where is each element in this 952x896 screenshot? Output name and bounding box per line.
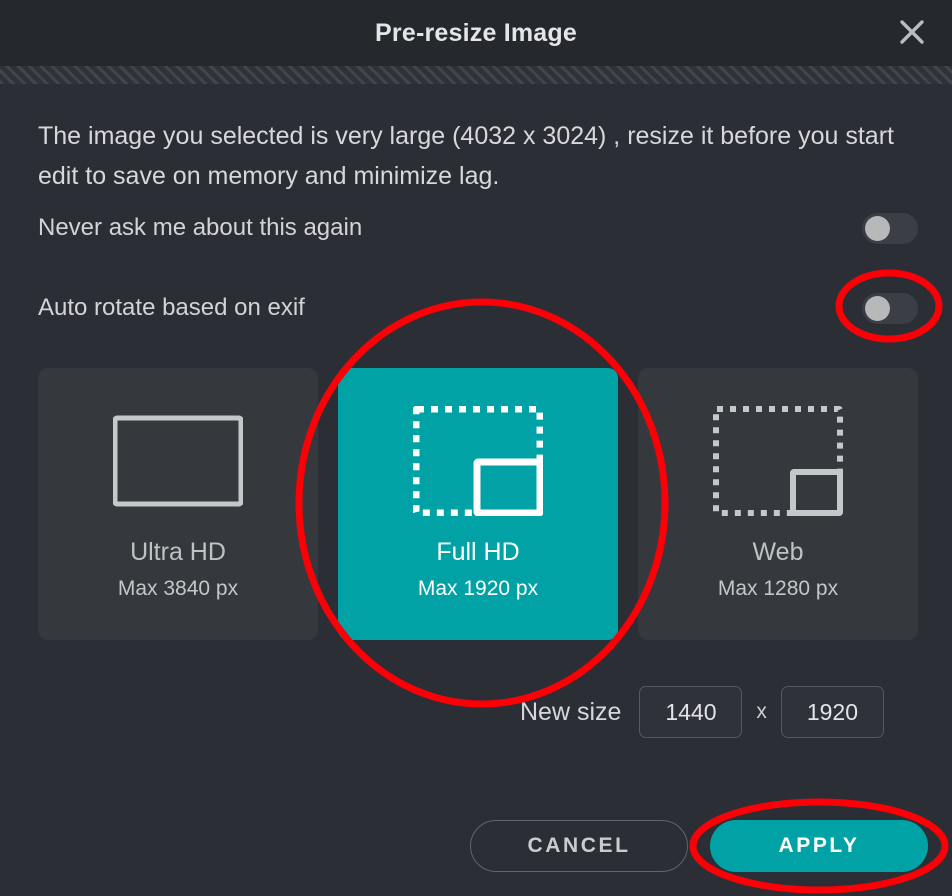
preset-title: Ultra HD xyxy=(130,538,226,566)
setting-row-auto-rotate: Auto rotate based on exif xyxy=(38,286,918,330)
cancel-button[interactable]: CANCEL xyxy=(470,820,688,872)
preset-subtitle: Max 1920 px xyxy=(417,577,539,600)
new-width-input[interactable] xyxy=(639,686,743,738)
preset-card-ultra-hd[interactable]: Ultra HD Max 3840 px xyxy=(38,368,318,640)
hatched-divider xyxy=(0,66,952,84)
preset-title: Web xyxy=(752,538,804,566)
close-button[interactable] xyxy=(888,8,936,56)
preset-card-full-hd[interactable]: Full HD Max 1920 px xyxy=(338,368,618,640)
setting-row-never-ask: Never ask me about this again xyxy=(38,206,918,250)
dialog-body: The image you selected is very large (40… xyxy=(0,84,952,896)
close-icon xyxy=(898,18,926,46)
page-title: Pre-resize Image xyxy=(375,18,577,47)
dashed-crop-rectangle-small-icon xyxy=(713,406,843,516)
toggle-knob xyxy=(865,295,890,321)
new-height-input[interactable] xyxy=(780,686,884,738)
description-text: The image you selected is very large (40… xyxy=(38,122,894,190)
new-size-label: New size xyxy=(520,697,622,726)
setting-label-never-ask: Never ask me about this again xyxy=(38,214,363,241)
solid-rectangle-icon xyxy=(113,406,243,516)
toggle-knob xyxy=(865,215,890,241)
dialog-titlebar: Pre-resize Image xyxy=(0,0,952,66)
setting-label-auto-rotate: Auto rotate based on exif xyxy=(38,294,305,321)
never-ask-toggle[interactable] xyxy=(862,212,918,244)
apply-button[interactable]: APPLY xyxy=(710,820,928,872)
preset-card-list: Ultra HD Max 3840 px Full HD Max 1920 px… xyxy=(38,368,918,640)
preset-card-web[interactable]: Web Max 1280 px xyxy=(638,368,918,640)
preset-title: Full HD xyxy=(436,538,520,566)
new-size-row: New size x xyxy=(520,686,920,738)
auto-rotate-toggle[interactable] xyxy=(862,292,918,324)
preset-subtitle: Max 1280 px xyxy=(717,577,839,600)
preset-subtitle: Max 3840 px xyxy=(117,577,239,600)
size-separator: x xyxy=(756,700,767,723)
dashed-crop-rectangle-icon xyxy=(413,406,543,516)
